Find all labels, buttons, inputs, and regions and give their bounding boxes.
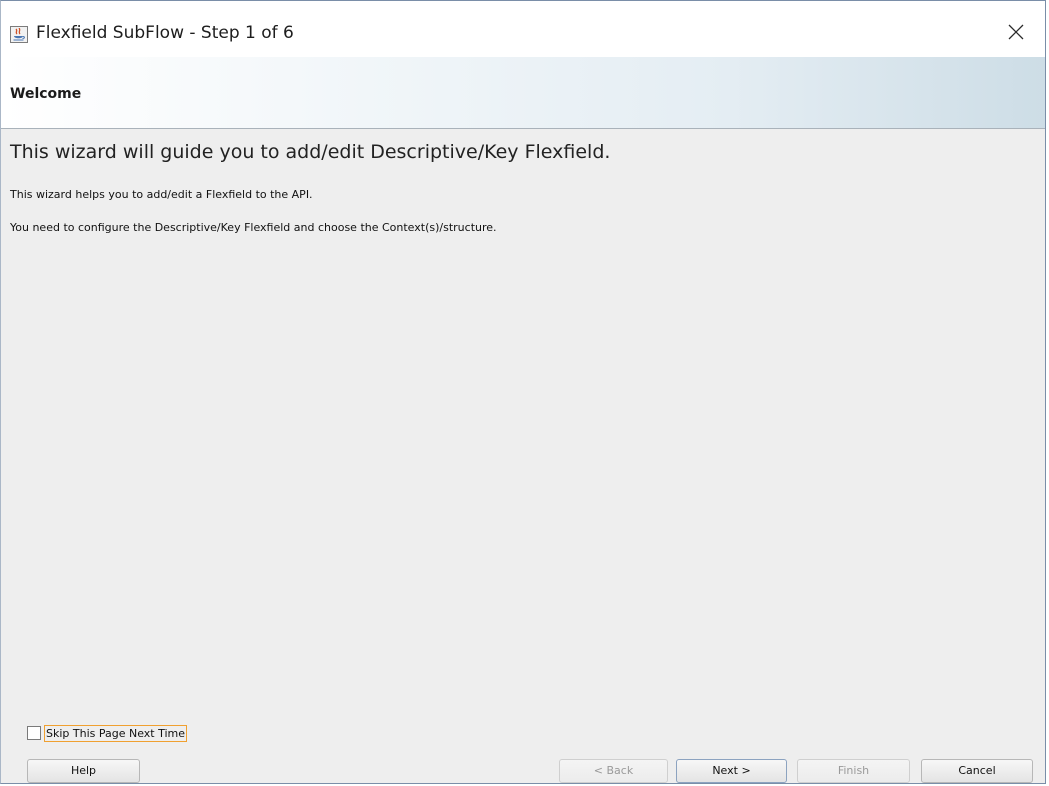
- java-app-icon: [10, 26, 28, 43]
- close-icon[interactable]: [1005, 21, 1027, 43]
- help-button[interactable]: Help: [27, 759, 140, 783]
- skip-page-checkbox[interactable]: [27, 726, 41, 740]
- content-line-2: You need to configure the Descriptive/Ke…: [10, 221, 497, 234]
- cancel-button[interactable]: Cancel: [921, 759, 1033, 783]
- content-heading: This wizard will guide you to add/edit D…: [10, 141, 611, 163]
- title-bar: Flexfield SubFlow - Step 1 of 6: [1, 1, 1045, 57]
- wizard-header: Welcome: [1, 57, 1045, 129]
- back-button[interactable]: < Back: [559, 759, 668, 783]
- content-line-1: This wizard helps you to add/edit a Flex…: [10, 188, 313, 201]
- page-title: Welcome: [10, 86, 82, 102]
- finish-button[interactable]: Finish: [797, 759, 910, 783]
- skip-page-label[interactable]: Skip This Page Next Time: [44, 725, 188, 742]
- wizard-window: Flexfield SubFlow - Step 1 of 6 Welcome …: [0, 0, 1046, 784]
- window-title: Flexfield SubFlow - Step 1 of 6: [36, 23, 294, 43]
- next-button[interactable]: Next >: [676, 759, 787, 783]
